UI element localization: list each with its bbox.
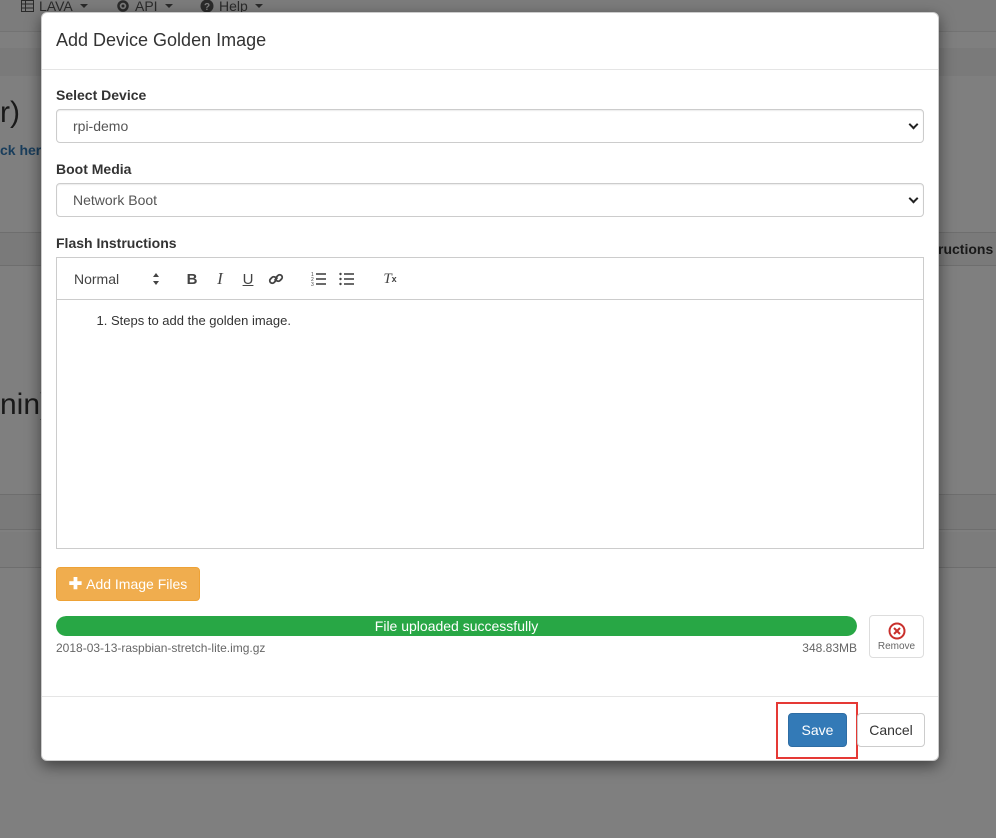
rich-text-editor: Normal B I U 123 Tx Steps to — [56, 257, 924, 549]
modal-footer: Save Cancel — [42, 696, 938, 760]
uploaded-file-size: 348.83MB — [802, 641, 857, 655]
flash-instructions-label: Flash Instructions — [56, 235, 177, 251]
format-select[interactable]: Normal — [74, 270, 160, 288]
editor-ordered-list: Steps to add the golden image. — [72, 312, 908, 330]
chevron-down-icon — [908, 119, 919, 130]
select-device-label: Select Device — [56, 87, 147, 103]
add-golden-image-modal: Add Device Golden Image Select Device rp… — [41, 12, 939, 761]
remove-file-button[interactable]: Remove — [869, 615, 924, 658]
bullet-list-icon[interactable] — [336, 268, 358, 290]
modal-header: Add Device Golden Image — [42, 13, 938, 70]
cancel-button[interactable]: Cancel — [857, 713, 925, 747]
upload-progress-bar: File uploaded successfully — [56, 616, 857, 636]
editor-toolbar: Normal B I U 123 Tx — [56, 257, 924, 299]
plus-icon: ✚ — [68, 576, 83, 593]
add-image-files-label: Add Image Files — [86, 576, 188, 592]
editor-content[interactable]: Steps to add the golden image. — [56, 299, 924, 549]
svg-text:3: 3 — [311, 282, 314, 287]
editor-list-item: Steps to add the golden image. — [111, 312, 908, 330]
italic-icon[interactable]: I — [209, 268, 231, 290]
underline-icon[interactable]: U — [237, 268, 259, 290]
add-image-files-button[interactable]: ✚ Add Image Files — [56, 567, 200, 601]
format-select-value: Normal — [74, 271, 120, 287]
device-select-value: rpi-demo — [73, 118, 129, 134]
chevron-down-icon — [908, 193, 919, 204]
link-icon[interactable] — [265, 268, 287, 290]
boot-media-label: Boot Media — [56, 161, 132, 177]
clear-format-icon[interactable]: Tx — [379, 268, 401, 290]
updown-icon — [153, 273, 159, 285]
upload-status-text: File uploaded successfully — [374, 618, 539, 634]
uploaded-file-name: 2018-03-13-raspbian-stretch-lite.img.gz — [56, 641, 266, 655]
remove-file-label: Remove — [877, 640, 916, 652]
device-select[interactable]: rpi-demo — [56, 109, 924, 143]
boot-media-select[interactable]: Network Boot — [56, 183, 924, 217]
upload-progress-fill: File uploaded successfully — [56, 616, 857, 636]
modal-title: Add Device Golden Image — [56, 30, 267, 50]
close-circle-icon — [888, 622, 905, 639]
boot-media-select-value: Network Boot — [73, 192, 158, 208]
save-button[interactable]: Save — [788, 713, 847, 747]
bold-icon[interactable]: B — [181, 268, 203, 290]
ordered-list-icon[interactable]: 123 — [308, 268, 330, 290]
